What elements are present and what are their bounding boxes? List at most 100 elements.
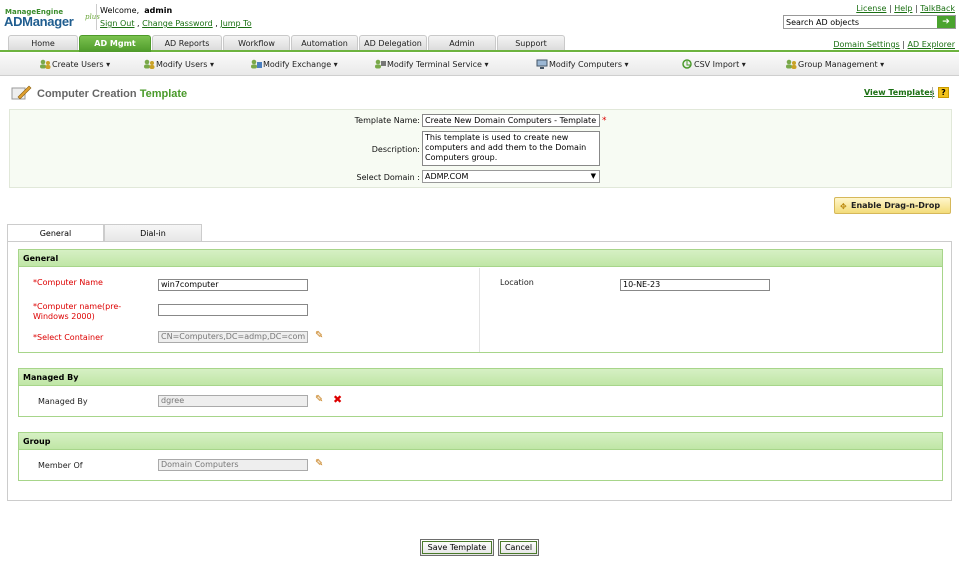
domain-settings-link[interactable]: Domain Settings <box>833 40 899 49</box>
computer-name-label-text: Computer Name <box>37 278 103 287</box>
welcome-text: Welcome, admin <box>100 6 172 15</box>
tab-ad-reports[interactable]: AD Reports <box>152 35 222 50</box>
search-box: ➔ <box>783 15 956 29</box>
menu-create-users[interactable]: Create Users ▾ <box>39 59 110 69</box>
tab-admin[interactable]: Admin <box>428 35 496 50</box>
users-icon <box>143 59 155 69</box>
menu-modify-exchange-label: Modify Exchange ▾ <box>263 60 338 69</box>
menu-create-users-label: Create Users ▾ <box>52 60 111 69</box>
menu-modify-users-label: Modify Users ▾ <box>156 60 215 69</box>
group-section-header: Group <box>19 433 942 450</box>
search-go-icon[interactable]: ➔ <box>937 16 955 28</box>
menu-modify-computers[interactable]: Modify Computers ▾ <box>536 59 629 69</box>
exchange-icon <box>250 59 262 69</box>
csv-icon <box>681 59 693 69</box>
menu-group-management[interactable]: Group Management ▾ <box>785 59 884 69</box>
top-right-links: License | Help | TalkBack <box>856 4 955 13</box>
edit-pencil-icon[interactable]: ✎ <box>315 330 323 341</box>
search-input[interactable] <box>784 16 934 28</box>
description-textarea[interactable]: This template is used to create new comp… <box>422 131 600 166</box>
tab-dial-in[interactable]: Dial-in <box>104 224 202 242</box>
menu-modify-users[interactable]: Modify Users ▾ <box>143 59 214 69</box>
header: ManageEngine ADManager plus Welcome, adm… <box>0 0 959 36</box>
terminal-icon <box>374 59 386 69</box>
domain-select-value: ADMP.COM <box>425 172 469 181</box>
user-links: Sign Out , Change Password , Jump To <box>100 19 252 28</box>
member-of-input: Domain Computers <box>158 459 308 471</box>
menu-modify-terminal-service-label: Modify Terminal Service ▾ <box>387 60 489 69</box>
select-container-label-text: Select Container <box>37 333 104 342</box>
action-toolbar: Create Users ▾ Modify Users ▾ Modify Exc… <box>0 53 959 76</box>
logo-divider <box>96 4 97 30</box>
users-icon <box>39 59 51 69</box>
pre2000-name-label-text: Computer name(pre-Windows 2000) <box>33 302 122 321</box>
select-container-label: *Select Container <box>33 333 104 342</box>
pre2000-name-input[interactable] <box>158 304 308 316</box>
link-divider <box>932 87 933 99</box>
template-name-label: Template Name: <box>354 116 420 125</box>
menu-group-management-label: Group Management ▾ <box>798 60 885 69</box>
save-template-button[interactable]: Save Template <box>420 539 494 556</box>
help-link[interactable]: Help <box>894 4 912 13</box>
member-of-label: Member Of <box>38 461 83 470</box>
main-tabs: Home AD Mgmt AD Reports Workflow Automat… <box>0 35 959 52</box>
tab-automation[interactable]: Automation <box>291 35 358 50</box>
sign-out-link[interactable]: Sign Out <box>100 19 135 28</box>
computer-name-label: *Computer Name <box>33 278 103 287</box>
welcome-label: Welcome, <box>100 6 140 15</box>
brand-admanager: ADManager <box>4 14 74 29</box>
domain-links: Domain Settings | AD Explorer <box>833 40 955 49</box>
menu-csv-import[interactable]: CSV Import ▾ <box>681 59 746 69</box>
move-icon: ✥ <box>840 202 847 211</box>
domain-select[interactable]: ADMP.COM ▼ <box>422 170 600 183</box>
description-label: Description: <box>371 145 420 154</box>
enable-drag-n-drop-button[interactable]: ✥ Enable Drag-n-Drop <box>834 197 951 214</box>
computer-icon <box>536 59 548 69</box>
tab-home[interactable]: Home <box>8 35 78 50</box>
managed-by-section: Managed By <box>18 368 943 417</box>
column-divider <box>479 268 480 352</box>
template-edit-icon <box>10 84 32 104</box>
tab-workflow[interactable]: Workflow <box>223 35 290 50</box>
menu-csv-import-label: CSV Import ▾ <box>694 60 746 69</box>
group-section: Group <box>18 432 943 481</box>
brand-plus: plus <box>85 13 100 21</box>
required-marker: * <box>602 116 607 126</box>
container-input: CN=Computers,DC=admp,DC=com <box>158 331 308 343</box>
location-input[interactable]: 10-NE-23 <box>620 279 770 291</box>
edit-pencil-icon[interactable]: ✎ <box>315 394 323 405</box>
computer-name-input[interactable]: win7computer <box>158 279 308 291</box>
managed-by-section-header: Managed By <box>19 369 942 386</box>
page-title-main: Computer Creation <box>37 88 137 100</box>
ad-explorer-link[interactable]: AD Explorer <box>908 40 955 49</box>
cancel-button[interactable]: Cancel <box>498 539 539 556</box>
tab-support[interactable]: Support <box>497 35 565 50</box>
group-icon <box>785 59 797 69</box>
managed-by-input: dgree <box>158 395 308 407</box>
remove-x-icon[interactable]: ✖ <box>333 393 342 406</box>
edit-pencil-icon[interactable]: ✎ <box>315 458 323 469</box>
enable-drag-n-drop-label: Enable Drag-n-Drop <box>851 201 941 210</box>
general-section: General <box>18 249 943 353</box>
menu-modify-computers-label: Modify Computers ▾ <box>549 60 629 69</box>
license-link[interactable]: License <box>856 4 886 13</box>
chevron-down-icon: ▼ <box>590 172 596 180</box>
menu-modify-exchange[interactable]: Modify Exchange ▾ <box>250 59 338 69</box>
pre2000-name-label: *Computer name(pre-Windows 2000) <box>33 302 122 321</box>
menu-modify-terminal-service[interactable]: Modify Terminal Service ▾ <box>374 59 489 69</box>
location-label: Location <box>500 278 534 287</box>
help-icon[interactable]: ? <box>938 87 949 98</box>
tab-ad-delegation[interactable]: AD Delegation <box>359 35 427 50</box>
page-title: Computer Creation Template <box>37 88 187 100</box>
tab-ad-mgmt[interactable]: AD Mgmt <box>79 35 151 52</box>
managed-by-label: Managed By <box>38 397 88 406</box>
talkback-link[interactable]: TalkBack <box>920 4 955 13</box>
jump-to-link[interactable]: Jump To <box>220 19 251 28</box>
username: admin <box>144 6 173 15</box>
template-name-input[interactable]: Create New Domain Computers - Template <box>422 114 600 127</box>
page-title-accent: Template <box>139 88 188 100</box>
change-password-link[interactable]: Change Password <box>142 19 213 28</box>
select-domain-label: Select Domain : <box>356 173 420 182</box>
general-section-header: General <box>19 250 942 267</box>
view-templates-link[interactable]: View Templates <box>864 88 934 97</box>
